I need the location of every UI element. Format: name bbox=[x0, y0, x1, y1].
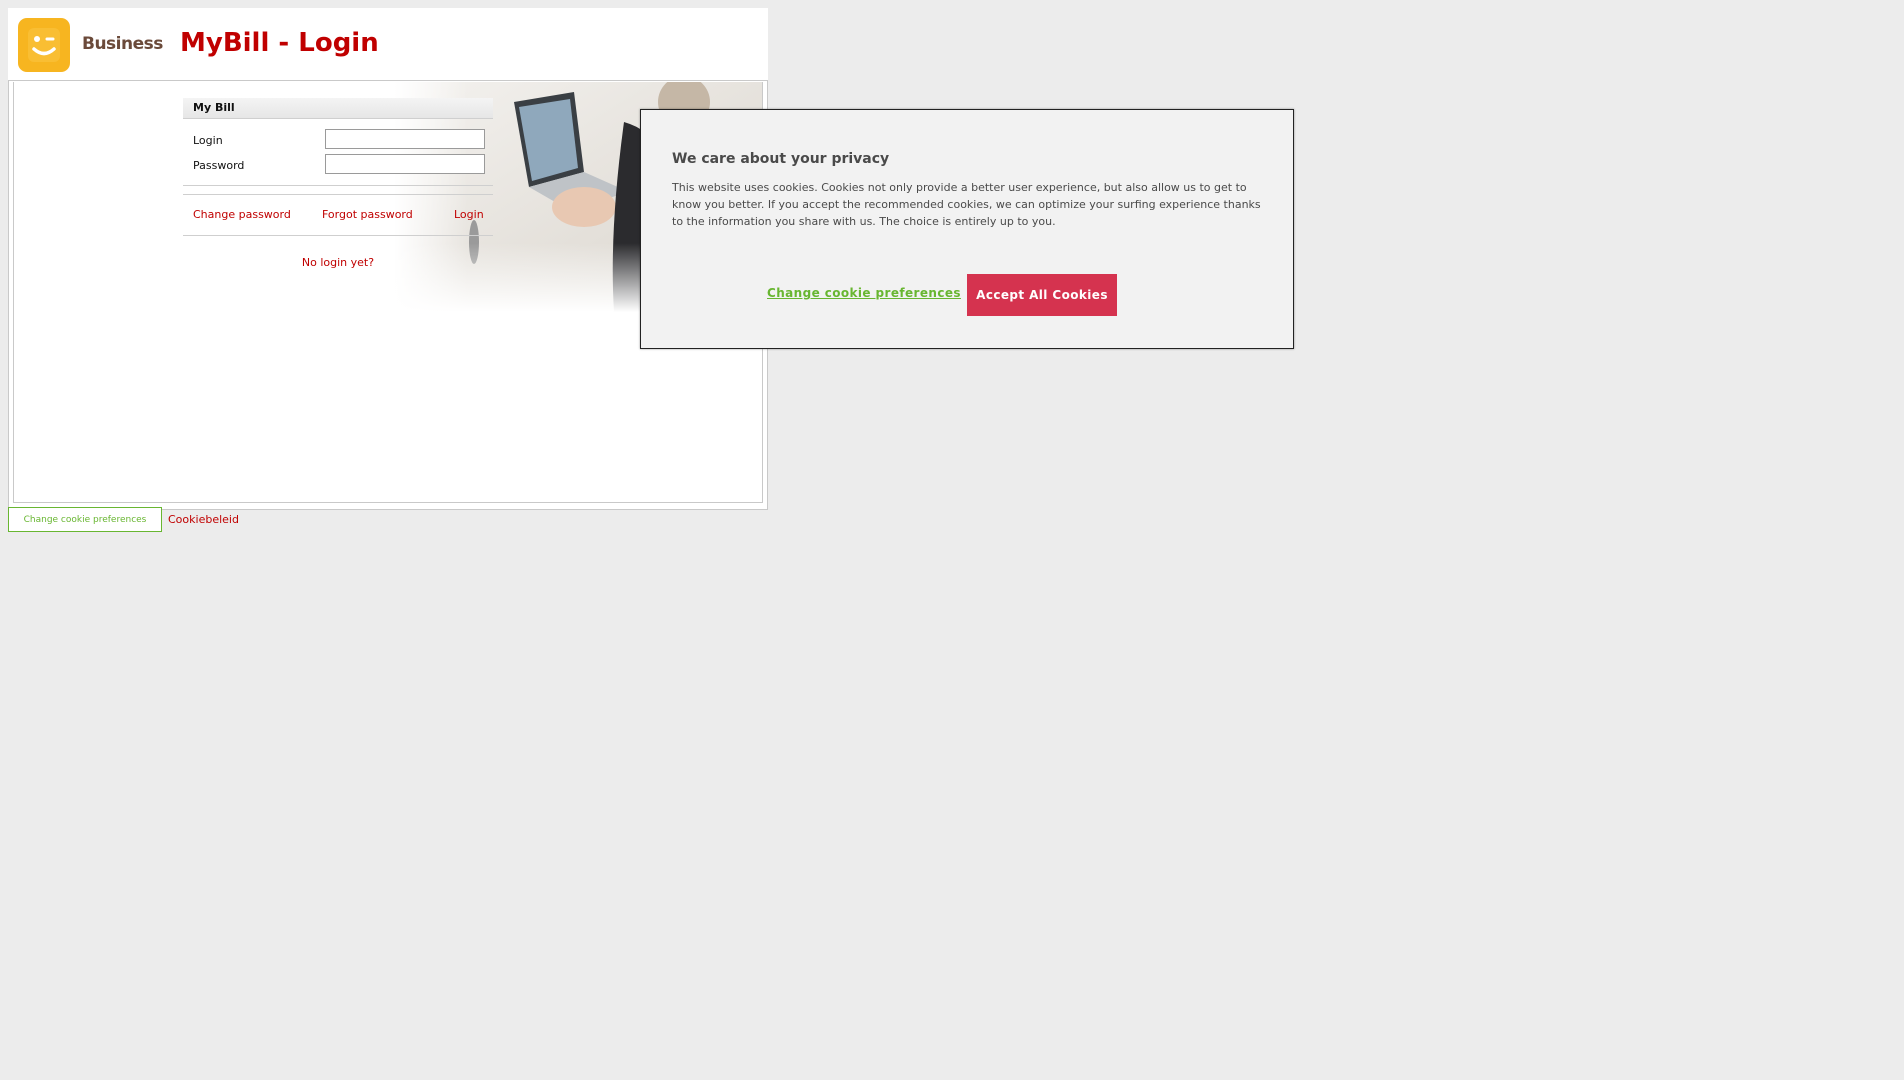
password-row: Password bbox=[193, 154, 485, 179]
header: Business MyBill - Login bbox=[8, 8, 768, 80]
cookie-policy-link[interactable]: Cookiebeleid bbox=[168, 513, 239, 526]
logo-text: Business bbox=[82, 34, 163, 54]
change-cookie-preferences-link[interactable]: Change cookie preferences bbox=[767, 286, 961, 300]
change-password-link[interactable]: Change password bbox=[193, 208, 291, 221]
no-login-link[interactable]: No login yet? bbox=[302, 256, 374, 269]
telenet-logo-icon[interactable] bbox=[18, 18, 70, 72]
login-button[interactable]: Login bbox=[454, 208, 484, 221]
cookie-consent-dialog: We care about your privacy This website … bbox=[640, 109, 1294, 349]
login-panel: My Bill Login Password Change password F… bbox=[183, 98, 493, 269]
password-input[interactable] bbox=[325, 154, 485, 174]
login-row: Login bbox=[193, 129, 485, 154]
cookie-dialog-title: We care about your privacy bbox=[672, 151, 890, 167]
cookie-dialog-body: This website uses cookies. Cookies not o… bbox=[672, 181, 1261, 228]
forgot-password-link[interactable]: Forgot password bbox=[322, 208, 413, 221]
password-label: Password bbox=[193, 159, 245, 172]
accept-all-cookies-button[interactable]: Accept All Cookies bbox=[967, 274, 1117, 316]
login-input[interactable] bbox=[325, 129, 485, 149]
login-form: Login Password bbox=[183, 129, 493, 179]
divider bbox=[183, 185, 493, 186]
login-actions: Change password Forgot password Login bbox=[183, 194, 493, 236]
page-title: MyBill - Login bbox=[180, 28, 379, 58]
footer-change-cookie-preferences-button[interactable]: Change cookie preferences bbox=[8, 507, 162, 532]
login-label: Login bbox=[193, 134, 223, 147]
login-panel-heading: My Bill bbox=[183, 98, 493, 119]
no-login-row: No login yet? bbox=[183, 256, 493, 269]
